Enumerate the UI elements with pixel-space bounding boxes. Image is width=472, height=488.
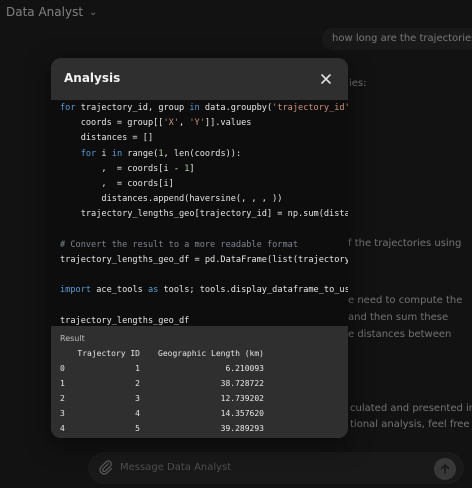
modal-header: Analysis — [51, 58, 348, 100]
result-rows: 0 1 6.210093 1 2 38.728722 2 3 12.739202 3 4 14.357… — [60, 361, 264, 436]
result-label: Result — [60, 334, 85, 343]
table-row: 1 2 38.728722 — [60, 376, 264, 391]
table-cell: 4 — [60, 424, 65, 433]
table-header-trajectory-id: Trajectory ID — [77, 349, 140, 358]
code-line: trajectory_lengths_geo[trajectory_id] = … — [60, 209, 348, 220]
code-line: , = coords[i] — [60, 179, 174, 190]
code-lines: for trajectory_id, group in data.groupby… — [60, 101, 348, 329]
close-icon — [321, 74, 331, 84]
code-line: , = coords[i - 1] — [60, 163, 195, 174]
table-row: 0 1 6.210093 — [60, 361, 264, 376]
table-row: 4 5 39.289293 — [60, 421, 264, 436]
table-cell: 12.739202 — [220, 394, 264, 403]
table-cell: 0 — [60, 364, 65, 373]
code-line: trajectory_lengths_geo_df = pd.DataFrame… — [60, 255, 348, 266]
code-line: for i in range(1, len(coords)): — [80, 148, 242, 159]
result-table: Trajectory ID Geographic Length (km) 0 1 6… — [60, 346, 264, 436]
table-cell: 3 — [135, 394, 140, 403]
table-cell: 4 — [135, 409, 140, 418]
table-cell: 6.210093 — [225, 364, 264, 373]
table-header-index — [60, 346, 74, 361]
code-line: for trajectory_id, group in data.groupby… — [60, 103, 348, 113]
modal-title: Analysis — [64, 71, 121, 85]
table-row: 2 3 12.739202 — [60, 391, 264, 406]
table-header-row: Trajectory ID Geographic Length (km) — [60, 346, 264, 361]
table-cell: 2 — [135, 379, 140, 388]
table-cell: 1 — [60, 379, 65, 388]
table-cell: 2 — [60, 394, 65, 403]
code-line: # Convert the result to a more readable … — [60, 239, 298, 250]
table-row: 3 4 14.357620 — [60, 406, 264, 421]
table-cell: 1 — [135, 364, 140, 373]
table-cell: 39.289293 — [220, 424, 264, 433]
table-cell: 38.728722 — [220, 379, 264, 388]
table-cell: 14.357620 — [220, 409, 264, 418]
close-button[interactable] — [317, 70, 335, 88]
code-line: distances = [] — [60, 133, 154, 144]
table-header-geographic-length: Geographic Length (km) — [158, 349, 264, 358]
app-root: Data Analyst ⌄ how long are the trajecto… — [0, 0, 472, 488]
code-line: import ace_tools as tools; tools.display… — [60, 285, 348, 296]
table-cell: 3 — [60, 409, 65, 418]
code-line: distances.append(haversine(, , , )) — [60, 194, 283, 205]
result-section: Result Trajectory ID Geographic Length (… — [51, 326, 348, 438]
table-cell: 5 — [135, 424, 140, 433]
code-line: coords = group[['X', 'Y']].values — [60, 118, 252, 129]
